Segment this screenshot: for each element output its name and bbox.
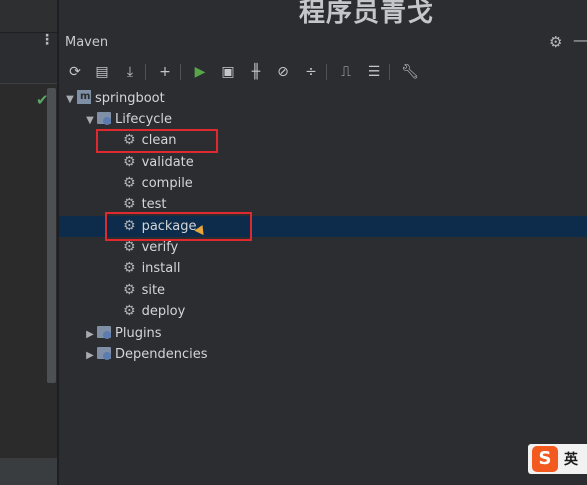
run-icon[interactable]: ▶	[190, 62, 210, 82]
gear-icon[interactable]: ⚙	[549, 33, 562, 51]
tree-item-label: Plugins	[115, 326, 162, 341]
gear-icon: ⚙	[123, 239, 136, 255]
chevron-down-icon[interactable]: ▼	[83, 110, 97, 131]
collapse-icon[interactable]: ÷	[301, 62, 321, 82]
left-bottom-bar	[0, 458, 58, 485]
tree-item-springboot[interactable]: ▼ springboot	[63, 86, 165, 110]
maven-title-bar: Maven ⚙ —	[59, 30, 587, 56]
sogou-logo-icon: S	[532, 446, 558, 472]
gear-icon: ⚙	[123, 303, 136, 319]
minimize-icon[interactable]: —	[573, 31, 587, 49]
lifecycle-folder-icon	[97, 112, 111, 125]
goal-label: site	[141, 283, 166, 298]
more-options-icon[interactable]: ⋮	[40, 33, 54, 47]
skip-tests-icon[interactable]: ⊘	[273, 62, 293, 82]
maven-tool-window: 程序员青戈 Maven ⚙ — ⟳ ▤ ⤓ + ▶ ▣ ╫ ⊘ ÷ ⎍ ☰ 🔧︎…	[59, 0, 587, 485]
settings-wrench-icon[interactable]: 🔧︎	[400, 62, 420, 82]
gear-icon: ⚙	[123, 260, 136, 276]
analyze-dependencies-icon[interactable]: ⎍	[336, 62, 356, 82]
goal-label: deploy	[141, 304, 186, 319]
maven-title: Maven	[65, 35, 109, 50]
chevron-right-icon[interactable]: ▶	[83, 324, 97, 345]
tree-item-dependencies[interactable]: ▶ Dependencies	[83, 344, 208, 365]
toolbar-separator	[389, 64, 390, 80]
goal-label: validate	[141, 155, 194, 170]
gear-icon: ⚙	[123, 196, 136, 212]
gear-icon: ⚙	[123, 282, 136, 298]
download-sources-icon[interactable]: ⤓	[120, 62, 140, 82]
show-diagram-icon[interactable]: ☰	[364, 62, 384, 82]
tree-item-lifecycle[interactable]: ▼ Lifecycle	[83, 109, 172, 130]
tree-item-label: springboot	[95, 91, 165, 106]
chevron-right-icon[interactable]: ▶	[83, 345, 97, 366]
goal-label: install	[141, 261, 181, 276]
reload-icon[interactable]: ⟳	[65, 62, 85, 82]
toggle-offline-icon[interactable]: ╫	[246, 62, 266, 82]
dependencies-folder-icon	[97, 347, 111, 360]
maven-toolbar: ⟳ ▤ ⤓ + ▶ ▣ ╫ ⊘ ÷ ⎍ ☰ 🔧︎	[59, 60, 587, 84]
left-editor-panel: ⋮ ✔	[0, 0, 58, 485]
plugins-folder-icon	[97, 326, 111, 339]
add-maven-project-icon[interactable]: ▤	[92, 62, 112, 82]
gear-icon: ⚙	[123, 175, 136, 191]
toolbar-separator	[145, 64, 146, 80]
goal-label: compile	[141, 176, 193, 191]
tree-item-plugins[interactable]: ▶ Plugins	[83, 323, 162, 344]
goal-validate[interactable]: ⚙ validate	[123, 152, 194, 173]
toolbar-separator	[326, 64, 327, 80]
gear-icon: ⚙	[123, 154, 136, 170]
execute-goal-icon[interactable]: ▣	[218, 62, 238, 82]
highlight-box-package	[105, 212, 252, 241]
tree-item-label: Lifecycle	[115, 112, 173, 127]
chevron-down-icon[interactable]: ▼	[63, 89, 77, 110]
goal-label: test	[141, 197, 167, 212]
maven-project-icon	[77, 86, 91, 107]
goal-compile[interactable]: ⚙ compile	[123, 173, 193, 194]
tree-item-label: Dependencies	[115, 347, 208, 362]
add-icon[interactable]: +	[155, 62, 175, 82]
left-tab-bar	[0, 0, 58, 33]
goal-site[interactable]: ⚙ site	[123, 280, 165, 301]
toolbar-separator	[180, 64, 181, 80]
goal-deploy[interactable]: ⚙ deploy	[123, 301, 185, 322]
watermark: 程序员青戈	[299, 0, 435, 28]
goal-label: verify	[141, 240, 179, 255]
ime-indicator[interactable]: S 英	[528, 444, 587, 474]
left-scrollbar[interactable]	[47, 88, 56, 383]
highlight-box-clean	[96, 129, 218, 153]
goal-install[interactable]: ⚙ install	[123, 258, 180, 279]
ime-language-label: 英	[564, 452, 578, 468]
